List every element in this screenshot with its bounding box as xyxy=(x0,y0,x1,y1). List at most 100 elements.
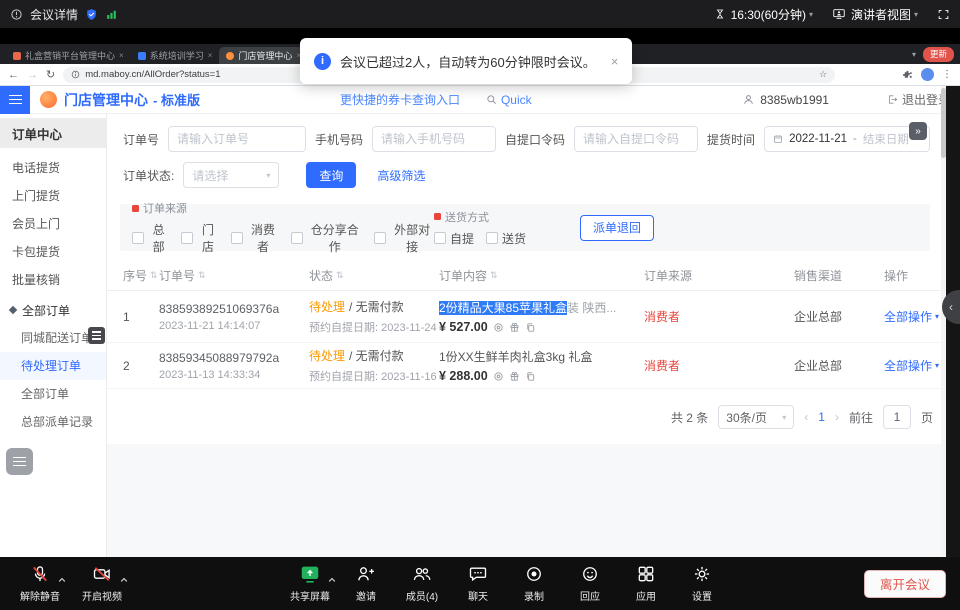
delivery-option-deliver[interactable]: 送货 xyxy=(486,230,526,247)
delivery-option-pickup[interactable]: 自提 xyxy=(434,230,474,247)
browser-tab-active[interactable]: 门店管理中心 × xyxy=(219,47,308,64)
sidebar-item-member-visit[interactable]: 会员上门 xyxy=(0,210,106,238)
date-range-picker[interactable]: 2022-11-21 - 结束日期 xyxy=(764,126,930,152)
extensions-puzzle-icon[interactable] xyxy=(902,69,913,80)
sort-icon[interactable]: ⇅ xyxy=(490,270,498,281)
meeting-details-label[interactable]: 会议详情 xyxy=(30,6,78,23)
apps-button[interactable]: 应用 xyxy=(622,563,670,603)
start-date-value[interactable]: 2022-11-21 xyxy=(789,133,847,145)
browser-update-button[interactable]: 更新 xyxy=(923,47,954,62)
advanced-filter-link[interactable]: 高级筛选 xyxy=(377,167,425,184)
all-actions-dropdown[interactable]: 全部操作 ▾ xyxy=(884,308,941,325)
shared-screen-browser: 礼盒营销平台管理中心 × 系统培训学习 × 门店管理中心 × 培训管理中心 × … xyxy=(0,44,960,557)
current-page[interactable]: 1 xyxy=(818,410,825,424)
share-label: 共享屏幕 xyxy=(290,588,330,603)
browser-tab[interactable]: 礼盒营销平台管理中心 × xyxy=(6,47,131,64)
copy-icon[interactable] xyxy=(525,322,536,333)
back-icon[interactable]: ← xyxy=(8,69,19,81)
chevron-up-icon[interactable] xyxy=(58,571,66,586)
forward-icon[interactable]: → xyxy=(27,69,38,81)
chat-button[interactable]: 聊天 xyxy=(454,563,502,603)
members-button[interactable]: 成员(4) xyxy=(398,563,446,603)
floating-list-icon[interactable] xyxy=(88,327,105,344)
sidebar-item-hq-dispatch-log[interactable]: 总部派单记录 xyxy=(0,408,106,436)
sidebar-group-all-orders[interactable]: 全部订单 xyxy=(0,296,106,324)
tab-search-icon[interactable]: ▾ xyxy=(912,50,916,59)
all-actions-dropdown[interactable]: 全部操作 ▾ xyxy=(884,357,941,374)
view-mode-label[interactable]: 演讲者视图 xyxy=(851,6,911,23)
chevron-up-icon[interactable] xyxy=(120,571,128,586)
table-row[interactable]: 2 83859345088979792a 2023-11-13 14:33:34… xyxy=(107,343,941,389)
share-screen-button[interactable]: 共享屏幕 xyxy=(286,563,334,603)
sort-icon[interactable]: ⇅ xyxy=(336,270,344,281)
site-info-icon[interactable] xyxy=(71,70,80,79)
end-date-placeholder[interactable]: 结束日期 xyxy=(863,131,909,147)
order-source: 消费者 xyxy=(644,357,794,374)
order-price: ¥ 288.00 xyxy=(439,369,488,383)
phone-input[interactable] xyxy=(372,126,496,152)
floating-menu-button[interactable] xyxy=(6,448,33,475)
fullscreen-icon[interactable] xyxy=(937,8,950,21)
order-status-select[interactable]: 请选择 ▾ xyxy=(183,162,279,188)
sort-icon[interactable]: ⇅ xyxy=(150,270,158,281)
tab-close-icon[interactable]: × xyxy=(119,51,124,60)
reload-icon[interactable]: ↻ xyxy=(46,68,55,81)
leave-meeting-button[interactable]: 离开会议 xyxy=(864,570,946,598)
reactions-button[interactable]: 回应 xyxy=(566,563,614,603)
source-option-hq[interactable]: 总部 xyxy=(132,221,169,255)
sidebar-item-all-orders[interactable]: 全部订单 xyxy=(0,380,106,408)
sidebar-item-phone-pickup[interactable]: 电话提货 xyxy=(0,154,106,182)
record-button[interactable]: 录制 xyxy=(510,563,558,603)
reactions-label: 回应 xyxy=(580,588,600,603)
collapse-filters-icon[interactable]: » xyxy=(909,122,927,140)
meeting-toast: i 会议已超过2人，自动转为60分钟限时会议。 × xyxy=(300,38,632,84)
info-icon: i xyxy=(314,53,331,70)
copy-icon[interactable] xyxy=(525,371,536,382)
toast-close-icon[interactable]: × xyxy=(611,54,619,69)
badge-icon[interactable] xyxy=(493,371,504,382)
start-video-button[interactable]: 开启视频 xyxy=(78,563,126,603)
order-no-input[interactable] xyxy=(168,126,306,152)
bookmark-star-icon[interactable]: ☆ xyxy=(819,69,827,80)
pickup-code-input[interactable] xyxy=(574,126,698,152)
coupon-query-entry-link[interactable]: 更快捷的券卡查询入口 xyxy=(340,91,460,108)
settings-button[interactable]: 设置 xyxy=(678,563,726,603)
invite-button[interactable]: 邀请 xyxy=(342,563,390,603)
chevron-down-icon: ▾ xyxy=(935,312,939,321)
status-pending: 待处理 xyxy=(309,347,345,364)
browser-tab[interactable]: 系统培训学习 × xyxy=(131,47,220,64)
sidebar-item-card-pickup[interactable]: 卡包提货 xyxy=(0,238,106,266)
sidebar-item-batch-verify[interactable]: 批量核销 xyxy=(0,266,106,294)
search-button[interactable]: 查询 xyxy=(306,162,356,188)
site-edition: - 标准版 xyxy=(153,90,200,109)
gift-icon[interactable] xyxy=(509,371,520,382)
next-page-icon[interactable]: › xyxy=(835,410,839,424)
tab-close-icon[interactable]: × xyxy=(208,51,213,60)
goto-page-input[interactable] xyxy=(883,405,911,429)
view-mode-dropdown-icon[interactable]: ▾ xyxy=(914,10,918,19)
page-size-select[interactable]: 30条/页 ▾ xyxy=(718,405,794,429)
source-option-external[interactable]: 外部对接 xyxy=(374,221,434,255)
source-option-store[interactable]: 门店 xyxy=(181,221,218,255)
sidebar-item-pending-orders[interactable]: 待处理订单 xyxy=(0,352,106,380)
browser-menu-icon[interactable]: ⋮ xyxy=(942,69,952,80)
table-row[interactable]: 1 83859389251069376a 2023-11-21 14:14:07… xyxy=(107,291,941,343)
source-option-share[interactable]: 仓分享合作 xyxy=(291,221,362,255)
badge-icon[interactable] xyxy=(493,322,504,333)
profile-avatar[interactable] xyxy=(921,68,934,81)
quick-search-link[interactable]: Quick xyxy=(486,93,532,107)
meeting-info-icon[interactable] xyxy=(10,8,23,21)
chevron-up-icon[interactable] xyxy=(328,571,336,586)
gift-icon[interactable] xyxy=(509,322,520,333)
source-option-consumer[interactable]: 消费者 xyxy=(231,221,280,255)
sort-icon[interactable]: ⇅ xyxy=(198,270,206,281)
unmute-button[interactable]: 解除静音 xyxy=(16,563,64,603)
username[interactable]: 8385wb1991 xyxy=(760,93,829,107)
prev-page-icon[interactable]: ‹ xyxy=(804,410,808,424)
sidebar-item-door-pickup[interactable]: 上门提货 xyxy=(0,182,106,210)
order-source-label: 订单来源 xyxy=(132,200,434,216)
timer-dropdown-icon[interactable]: ▾ xyxy=(809,10,813,19)
dispatch-return-button[interactable]: 派单退回 xyxy=(580,215,654,241)
menu-hamburger-icon[interactable] xyxy=(0,86,30,114)
speaker-view-icon xyxy=(832,7,846,21)
